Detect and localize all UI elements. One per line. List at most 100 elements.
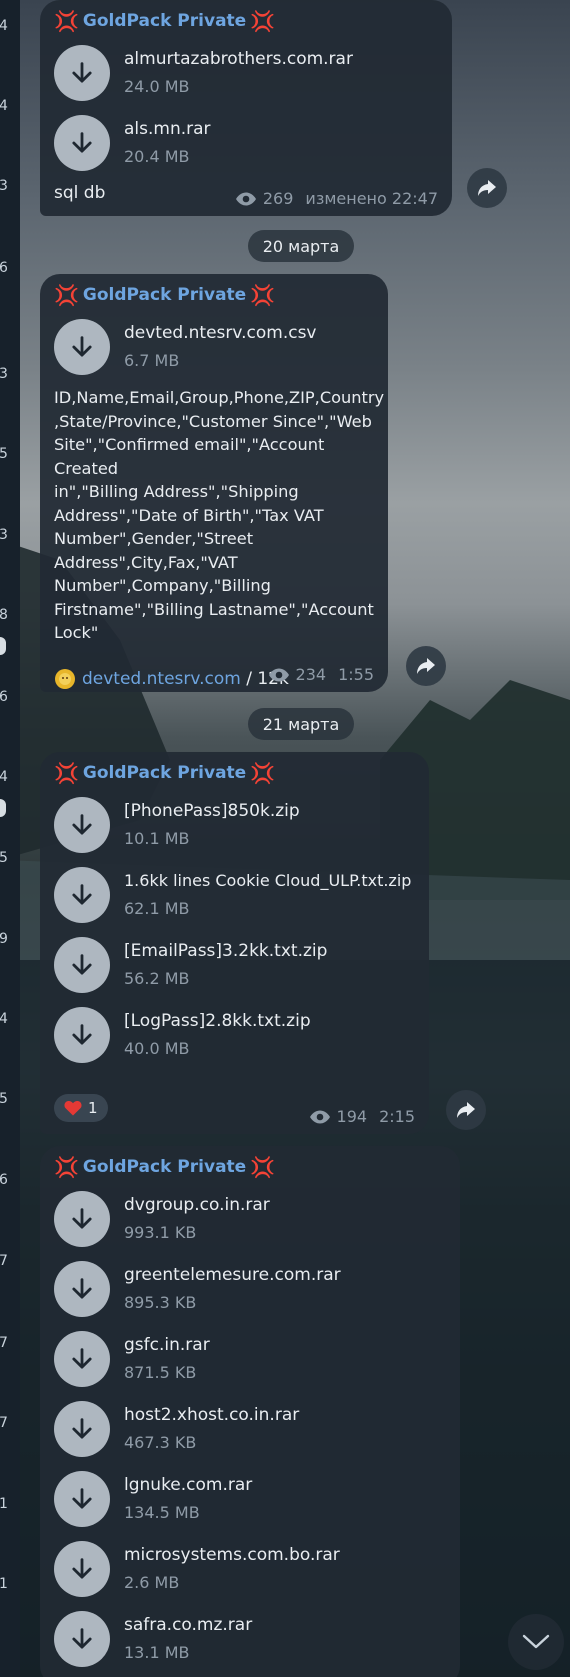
download-button[interactable] bbox=[54, 1541, 110, 1597]
date-separator: 20 марта bbox=[248, 230, 354, 262]
download-button[interactable] bbox=[54, 1261, 110, 1317]
forward-button[interactable] bbox=[467, 168, 507, 208]
arrow-down-icon bbox=[72, 1488, 92, 1509]
unread-count: 7 bbox=[0, 1415, 8, 1431]
unread-count: 3 bbox=[0, 527, 8, 543]
arrow-down-icon bbox=[72, 884, 92, 905]
file-attachment[interactable]: almurtazabrothers.com.rar 24.0 MB bbox=[54, 38, 438, 108]
anger-symbol-icon: 💢 bbox=[54, 1155, 79, 1179]
download-button[interactable] bbox=[54, 867, 110, 923]
anger-symbol-icon: 💢 bbox=[250, 283, 276, 307]
eye-icon bbox=[235, 192, 256, 205]
file-attachment[interactable]: gsfc.in.rar 871.5 KB bbox=[54, 1324, 446, 1394]
unread-count: 4 bbox=[0, 1011, 8, 1027]
arrow-down-icon bbox=[72, 1628, 92, 1649]
chevron-down-icon bbox=[522, 1634, 550, 1649]
download-button[interactable] bbox=[54, 319, 110, 375]
unread-count: 8 bbox=[0, 607, 8, 623]
file-size: 993.1 KB bbox=[124, 1223, 197, 1242]
file-size: 6.7 MB bbox=[124, 351, 180, 370]
download-button[interactable] bbox=[54, 1471, 110, 1527]
sender-name[interactable]: 💢 GoldPack Private 💢 bbox=[54, 762, 415, 784]
download-button[interactable] bbox=[54, 1611, 110, 1667]
reaction-heart[interactable]: 1 bbox=[54, 1094, 108, 1122]
file-attachment[interactable]: lgnuke.com.rar 134.5 MB bbox=[54, 1464, 446, 1534]
sender-name[interactable]: 💢 GoldPack Private 💢 bbox=[54, 10, 438, 32]
message-bubble[interactable]: 💢 GoldPack Private 💢 devted.ntesrv.com.c… bbox=[40, 274, 388, 692]
anger-symbol-icon: 💢 bbox=[54, 9, 79, 33]
file-attachment[interactable]: [PhonePass]850k.zip 10.1 MB bbox=[54, 790, 415, 860]
unread-count: 5 bbox=[0, 1091, 8, 1107]
download-button[interactable] bbox=[54, 1401, 110, 1457]
file-attachment[interactable]: greentelemesure.com.rar 895.3 KB bbox=[54, 1254, 446, 1324]
forward-button[interactable] bbox=[406, 646, 446, 686]
file-name: gsfc.in.rar bbox=[124, 1335, 210, 1355]
file-size: 13.1 MB bbox=[124, 1643, 190, 1662]
file-size: 134.5 MB bbox=[124, 1503, 200, 1522]
message-bubble[interactable]: 💢 GoldPack Private 💢 almurtazabrothers.c… bbox=[40, 0, 452, 216]
arrow-down-icon bbox=[72, 1024, 92, 1045]
arrow-down-icon bbox=[72, 1558, 92, 1579]
file-size: 467.3 KB bbox=[124, 1433, 197, 1452]
message-time: изменено 22:47 bbox=[305, 189, 438, 208]
file-attachment[interactable]: microsystems.com.bo.rar 2.6 MB bbox=[54, 1534, 446, 1604]
message-meta: 194 2:15 bbox=[309, 1107, 415, 1126]
file-attachment[interactable]: host2.xhost.co.in.rar 467.3 KB bbox=[54, 1394, 446, 1464]
date-separator: 21 марта bbox=[248, 708, 354, 740]
view-count: 269 bbox=[262, 189, 294, 208]
file-size: 10.1 MB bbox=[124, 829, 190, 848]
message-bubble[interactable]: 💢 GoldPack Private 💢 dvgroup.co.in.rar 9… bbox=[40, 1146, 460, 1677]
unread-count: 9 bbox=[0, 931, 8, 947]
file-name: safra.co.mz.rar bbox=[124, 1615, 253, 1635]
download-button[interactable] bbox=[54, 1007, 110, 1063]
arrow-down-icon bbox=[72, 1418, 92, 1439]
scroll-to-bottom-button[interactable] bbox=[508, 1614, 564, 1670]
download-button[interactable] bbox=[54, 45, 110, 101]
download-button[interactable] bbox=[54, 797, 110, 853]
download-button[interactable] bbox=[54, 937, 110, 993]
unread-count: 4 bbox=[0, 18, 8, 34]
eye-icon bbox=[268, 668, 289, 681]
download-button[interactable] bbox=[54, 1331, 110, 1387]
view-count: 194 bbox=[336, 1107, 368, 1126]
heart-icon bbox=[64, 1100, 82, 1116]
file-size: 2.6 MB bbox=[124, 1573, 180, 1592]
unread-dot bbox=[0, 637, 6, 655]
unread-count: 4 bbox=[0, 98, 8, 114]
arrow-down-icon bbox=[72, 1348, 92, 1369]
file-attachment[interactable]: [EmailPass]3.2kk.txt.zip 56.2 MB bbox=[54, 930, 415, 1000]
unread-count: 6 bbox=[0, 260, 8, 276]
unread-count: 6 bbox=[0, 1172, 8, 1188]
arrow-down-icon bbox=[72, 1208, 92, 1229]
message-time: 1:55 bbox=[338, 665, 374, 684]
share-arrow-icon bbox=[417, 658, 435, 674]
domain-link[interactable]: devted.ntesrv.com bbox=[82, 669, 241, 689]
sender-name[interactable]: 💢 GoldPack Private 💢 bbox=[54, 1156, 446, 1178]
file-name: [LogPass]2.8kk.txt.zip bbox=[124, 1011, 311, 1031]
message-bubble[interactable]: 💢 GoldPack Private 💢 [PhonePass]850k.zip… bbox=[40, 752, 429, 1134]
download-button[interactable] bbox=[54, 1191, 110, 1247]
file-attachment[interactable]: dvgroup.co.in.rar 993.1 KB bbox=[54, 1184, 446, 1254]
unread-count: 7 bbox=[0, 1335, 8, 1351]
forward-button[interactable] bbox=[446, 1090, 486, 1130]
unread-count: 5 bbox=[0, 850, 8, 866]
file-attachment[interactable]: als.mn.rar 20.4 MB bbox=[54, 108, 438, 178]
arrow-down-icon bbox=[72, 132, 92, 153]
file-name: [PhonePass]850k.zip bbox=[124, 801, 300, 821]
chat-list-edge: 4 4 3 6 3 5 3 8 6 4 5 9 4 5 6 7 7 7 1 1 bbox=[0, 0, 20, 1677]
file-name: als.mn.rar bbox=[124, 119, 211, 139]
file-attachment[interactable]: devted.ntesrv.com.csv 6.7 MB bbox=[54, 312, 374, 382]
file-attachment[interactable]: safra.co.mz.rar 13.1 MB bbox=[54, 1604, 446, 1674]
message-meta: 234 1:55 bbox=[268, 665, 374, 684]
file-attachment[interactable]: [LogPass]2.8kk.txt.zip 40.0 MB bbox=[54, 1000, 415, 1070]
anger-symbol-icon: 💢 bbox=[250, 9, 276, 33]
unread-dot bbox=[0, 799, 6, 817]
arrow-down-icon bbox=[72, 1278, 92, 1299]
sender-name[interactable]: 💢 GoldPack Private 💢 bbox=[54, 284, 374, 306]
download-button[interactable] bbox=[54, 115, 110, 171]
file-name: [EmailPass]3.2kk.txt.zip bbox=[124, 941, 328, 961]
anger-symbol-icon: 💢 bbox=[54, 761, 79, 785]
file-name: lgnuke.com.rar bbox=[124, 1475, 253, 1495]
arrow-down-icon bbox=[72, 62, 92, 83]
file-attachment[interactable]: 1.6kk lines Cookie Cloud_ULP.txt.zip 62.… bbox=[54, 860, 415, 930]
